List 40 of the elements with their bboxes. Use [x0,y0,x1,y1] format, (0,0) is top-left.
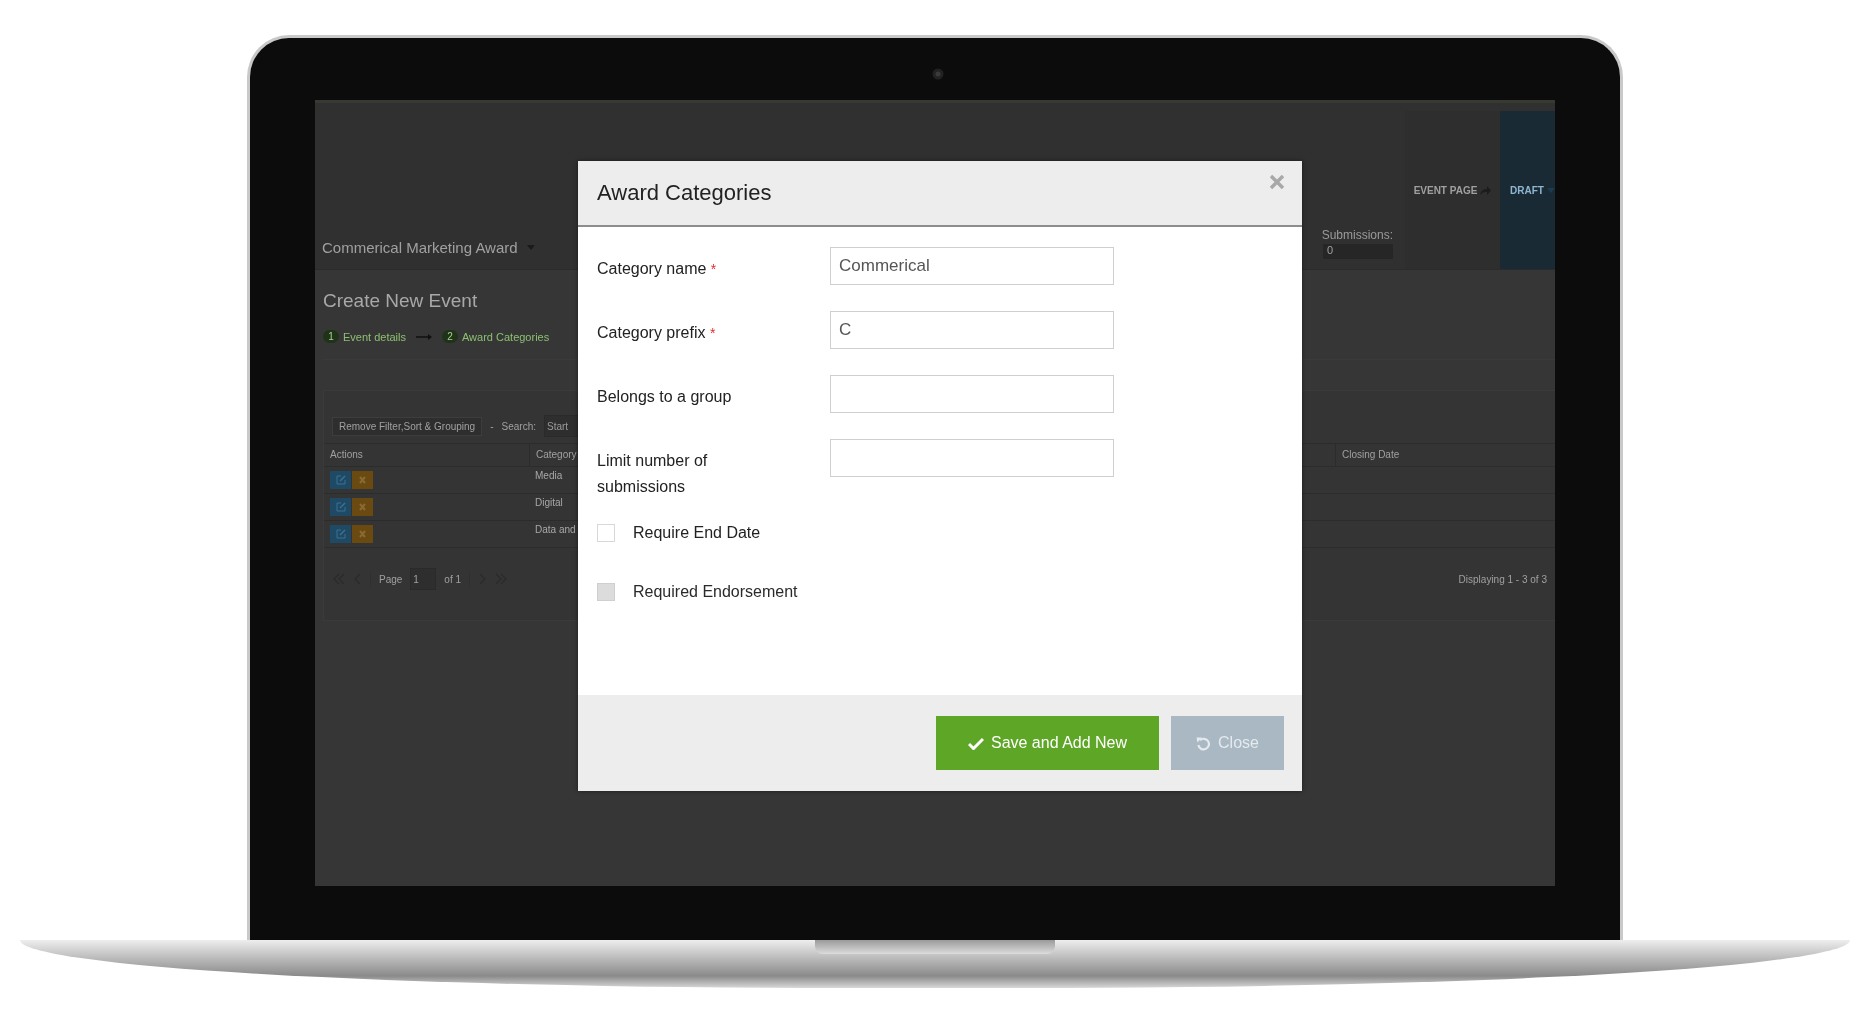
field-label: Belongs to a group [597,387,732,407]
checkbox[interactable] [597,523,615,542]
delete-icon[interactable] [352,525,373,543]
edit-icon[interactable] [330,498,351,516]
edit-icon[interactable] [330,525,351,543]
field-label: Category name * [597,259,717,279]
page-count: of 1 [444,573,462,585]
dialog-title: Award Categories [597,180,772,206]
arrow-icon [416,333,432,340]
close-icon[interactable] [1269,174,1285,190]
page-number-field[interactable]: 1 [410,568,437,590]
column-header[interactable]: Actions [324,444,529,467]
delete-icon[interactable] [352,498,373,516]
field-label: Category prefix * [597,323,716,343]
submissions-label: Submissions: [1321,228,1393,242]
edit-icon[interactable] [330,471,351,489]
undo-icon [1196,735,1212,751]
submissions-count: 0 [1323,244,1393,259]
camera-icon [932,68,944,80]
checkbox-label: Require End Date [633,523,761,542]
checkbox-label: Required Endorsement [633,582,798,601]
page-label: Page [379,573,403,585]
search-label: Search: [501,420,536,432]
column-header[interactable]: Closing Date [1335,444,1555,467]
input-field[interactable]: C [830,311,1114,349]
separator-text: - [490,420,494,432]
remove-filter-button[interactable]: Remove Filter,Sort & Grouping [332,416,483,436]
status-button[interactable]: DRAFT [1500,111,1555,269]
check-icon [967,736,984,750]
page-title: Create New Event [323,290,479,312]
caret-icon [1546,187,1555,193]
page-summary: Displaying 1 - 3 of 3 [1458,573,1547,585]
input-field[interactable] [830,439,1114,477]
input-field[interactable] [830,375,1114,413]
save-and-add-new-button[interactable]: Save and Add New [936,716,1159,770]
wizard-step[interactable]: 2 Award Categories [442,330,550,343]
wizard-step[interactable]: 1 Event details [323,330,406,343]
event-selector[interactable]: Commerical Marketing Award [322,239,535,256]
input-field[interactable]: Commerical [830,247,1114,285]
delete-icon[interactable] [352,471,373,489]
